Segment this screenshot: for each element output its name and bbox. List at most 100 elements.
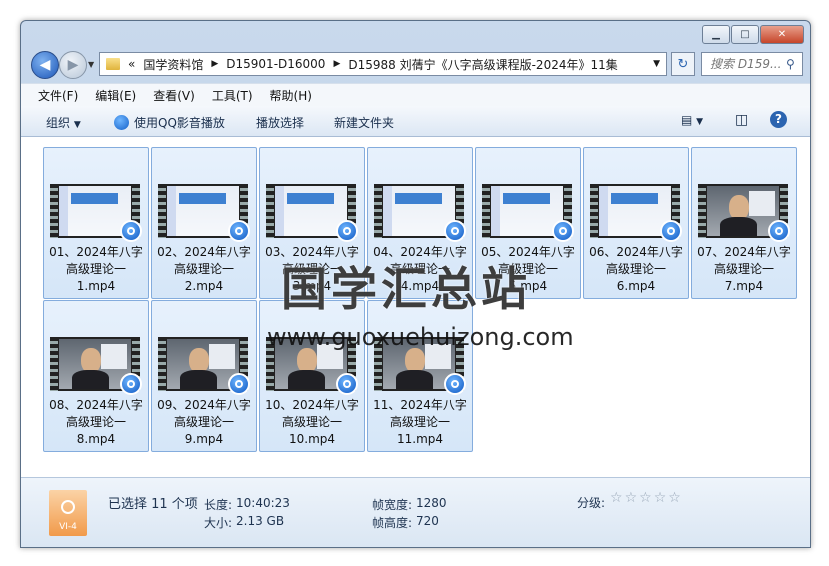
- length-value: 10:40:23: [236, 496, 290, 510]
- file-item[interactable]: 02、2024年八字 高级理论一 2.mp4: [151, 147, 257, 299]
- file-item[interactable]: 07、2024年八字 高级理论一 7.mp4: [691, 147, 797, 299]
- search-icon[interactable]: ⚲: [786, 57, 795, 71]
- address-dropdown-icon[interactable]: ▼: [653, 59, 660, 69]
- menu-help[interactable]: 帮助(H): [270, 87, 312, 104]
- frame-height-label: 帧高度:: [372, 516, 413, 530]
- breadcrumb-item-2[interactable]: D15988 刘蒨宁《八字高级课程版-2024年》11集: [348, 56, 617, 73]
- breadcrumb-separator-icon[interactable]: ▶: [211, 59, 218, 69]
- refresh-button[interactable]: ↻: [671, 52, 695, 76]
- file-name-line: 11.mp4: [396, 432, 444, 446]
- file-item[interactable]: 09、2024年八字 高级理论一 9.mp4: [151, 300, 257, 452]
- play-selection-button[interactable]: 播放选择: [256, 114, 304, 131]
- breadcrumb-item-0[interactable]: 国学资料馆: [143, 56, 203, 73]
- details-pane: VI-4 已选择 11 个项 长度: 10:40:23 大小: 2.13 GB …: [21, 477, 810, 547]
- menu-tools[interactable]: 工具(T): [212, 87, 253, 104]
- menu-file[interactable]: 文件(F): [38, 87, 78, 104]
- file-item[interactable]: 08、2024年八字 高级理论一 8.mp4: [43, 300, 149, 452]
- menu-bar: 文件(F) 编辑(E) 查看(V) 工具(T) 帮助(H): [21, 83, 810, 106]
- qq-player-icon: [120, 373, 142, 395]
- qq-player-icon: [336, 373, 358, 395]
- breadcrumb-overflow[interactable]: «: [128, 57, 135, 71]
- star-icon[interactable]: ☆: [610, 490, 623, 506]
- qq-player-icon: [228, 373, 250, 395]
- frame-width-label: 帧宽度:: [372, 498, 413, 512]
- breadcrumb-item-1[interactable]: D15901-D16000: [226, 57, 325, 71]
- frame-height-value: 720: [416, 514, 439, 528]
- star-icon[interactable]: ☆: [625, 490, 638, 506]
- file-item[interactable]: 06、2024年八字 高级理论一 6.mp4: [583, 147, 689, 299]
- file-name-line: 02、2024年八字: [157, 245, 251, 259]
- size-value: 2.13 GB: [236, 514, 285, 528]
- menu-edit[interactable]: 编辑(E): [95, 87, 136, 104]
- file-name-line: 高级理论一: [65, 262, 126, 276]
- forward-button[interactable]: ▶: [59, 51, 87, 79]
- file-name-line: 10.mp4: [288, 432, 336, 446]
- file-name-line: 高级理论一: [173, 262, 234, 276]
- file-name: 06、2024年八字 高级理论一 6.mp4: [586, 244, 686, 295]
- organize-label: 组织: [46, 116, 71, 130]
- watermark-url: www.guoxuehuizong.com: [267, 323, 574, 351]
- play-qq-label: 使用QQ影音播放: [134, 116, 225, 130]
- view-icon: ▤: [681, 113, 693, 127]
- breadcrumb-separator-icon[interactable]: ▶: [333, 59, 340, 69]
- address-bar[interactable]: « 国学资料馆 ▶ D15901-D16000 ▶ D15988 刘蒨宁《八字高…: [99, 52, 667, 76]
- file-name-line: 06、2024年八字: [589, 245, 683, 259]
- selection-count: 已选择 11 个项: [108, 497, 198, 512]
- file-name-line: 2.mp4: [184, 279, 224, 293]
- file-name: 08、2024年八字 高级理论一 8.mp4: [46, 397, 146, 448]
- qq-player-icon: [444, 373, 466, 395]
- folder-icon: [106, 58, 120, 70]
- menu-view[interactable]: 查看(V): [153, 87, 195, 104]
- navigation-row: ◀ ▶ ▼ « 国学资料馆 ▶ D15901-D16000 ▶ D15988 刘…: [29, 51, 803, 79]
- rating-stars[interactable]: ☆ ☆ ☆ ☆ ☆: [608, 490, 681, 506]
- preview-pane-icon: ◫: [735, 112, 749, 128]
- chevron-down-icon: ▼: [73, 120, 81, 130]
- star-icon[interactable]: ☆: [639, 490, 652, 506]
- search-input[interactable]: [708, 56, 786, 72]
- view-options-button[interactable]: ▤ ▼: [681, 113, 703, 127]
- organize-button[interactable]: 组织 ▼: [46, 114, 81, 131]
- qq-player-icon: [768, 220, 790, 242]
- file-name: 01、2024年八字 高级理论一 1.mp4: [46, 244, 146, 295]
- minimize-button[interactable]: ▁: [702, 25, 730, 44]
- back-button[interactable]: ◀: [31, 51, 59, 79]
- close-button[interactable]: ✕: [760, 25, 804, 44]
- star-icon[interactable]: ☆: [668, 490, 681, 506]
- chevron-down-icon: ▼: [696, 117, 704, 127]
- file-name: 11、2024年八字 高级理论一 11.mp4: [370, 397, 470, 448]
- maximize-button[interactable]: □: [731, 25, 759, 44]
- file-name-line: 08、2024年八字: [49, 398, 143, 412]
- file-name-line: 1.mp4: [76, 279, 116, 293]
- file-name-line: 07、2024年八字: [697, 245, 791, 259]
- qq-player-icon: [444, 220, 466, 242]
- file-name: 07、2024年八字 高级理论一 7.mp4: [694, 244, 794, 295]
- file-name-line: 11、2024年八字: [373, 398, 467, 412]
- file-name-line: 8.mp4: [76, 432, 116, 446]
- qq-player-icon: [120, 220, 142, 242]
- play-with-qq-button[interactable]: 使用QQ影音播放: [114, 114, 225, 131]
- file-name-line: 6.mp4: [616, 279, 656, 293]
- help-button[interactable]: ?: [770, 111, 787, 128]
- qq-player-icon: [114, 115, 129, 130]
- length-label: 长度:: [204, 498, 233, 512]
- video-file-icon: VI-4: [49, 490, 87, 536]
- arrow-right-icon: ▶: [67, 57, 79, 73]
- file-name: 02、2024年八字 高级理论一 2.mp4: [154, 244, 254, 295]
- search-box[interactable]: ⚲: [701, 52, 803, 76]
- recent-pages-dropdown[interactable]: ▼: [88, 60, 94, 69]
- arrow-left-icon: ◀: [39, 57, 51, 73]
- file-name: 10、2024年八字 高级理论一 10.mp4: [262, 397, 362, 448]
- preview-pane-button[interactable]: ◫: [735, 112, 748, 128]
- new-folder-button[interactable]: 新建文件夹: [334, 114, 394, 131]
- star-icon[interactable]: ☆: [654, 490, 667, 506]
- qq-player-icon: [228, 220, 250, 242]
- window-controls: ▁ □ ✕: [702, 25, 804, 44]
- frame-width-value: 1280: [416, 496, 447, 510]
- help-icon: ?: [775, 112, 782, 126]
- file-name-line: 高级理论一: [173, 415, 234, 429]
- file-item[interactable]: 01、2024年八字 高级理论一 1.mp4: [43, 147, 149, 299]
- command-bar: 组织 ▼ 使用QQ影音播放 播放选择 新建文件夹 ▤ ▼ ◫ ?: [21, 106, 810, 137]
- title-bar: ▁ □ ✕: [21, 21, 810, 49]
- file-name-line: 高级理论一: [65, 415, 126, 429]
- explorer-window: ▁ □ ✕ ◀ ▶ ▼ « 国学资料馆 ▶ D15901-D16000 ▶ D1…: [20, 20, 811, 548]
